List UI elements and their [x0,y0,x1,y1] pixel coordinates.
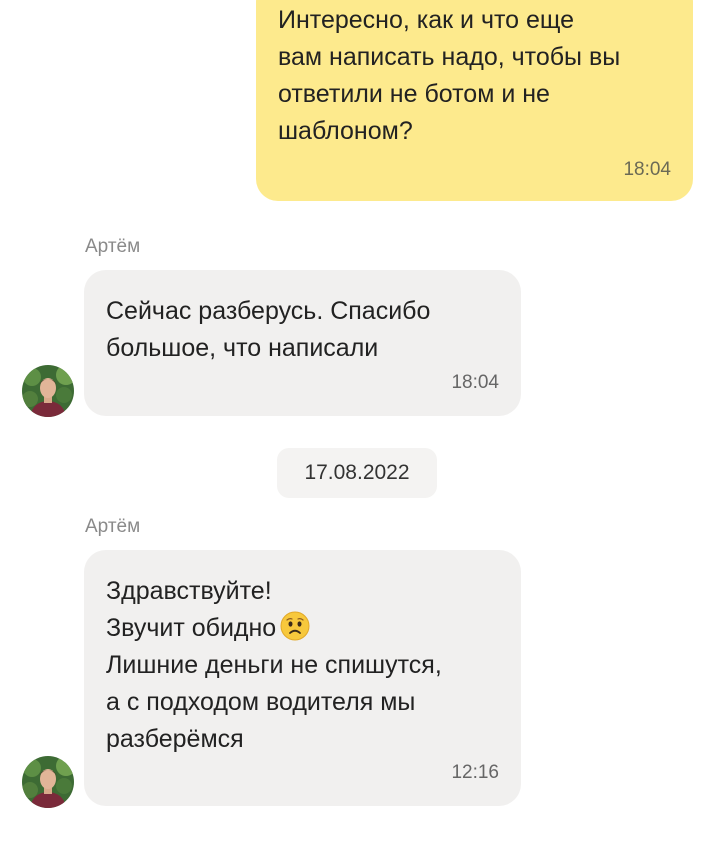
worried-face-emoji [280,611,310,641]
avatar-image [22,365,74,417]
outgoing-message-bubble[interactable]: Интересно, как и что еще вам написать на… [256,0,693,201]
message-text: Сейчас разберусь. Спасибо большое, что н… [106,297,431,362]
chat-thread: Интересно, как и что еще вам написать на… [0,0,720,856]
sender-name: Артём [85,236,141,257]
incoming-message-bubble[interactable]: Сейчас разберусь. Спасибо большое, что н… [84,270,521,416]
incoming-message-bubble[interactable]: Здравствуйте! Звучит обидно Лишние деньг… [84,550,521,806]
message-text: Лишние деньги не спишутся, а с подходом … [106,651,442,753]
message-time: 18:04 [623,159,671,180]
avatar-image [22,756,74,808]
message-text-line: Здравствуйте! [106,577,272,605]
message-time: 18:04 [451,372,499,393]
avatar[interactable] [22,756,74,808]
avatar[interactable] [22,365,74,417]
message-text-fragment: Звучит обидно [106,614,277,642]
sender-name: Артём [85,516,141,537]
message-text-line: Звучит обидно [106,610,501,647]
message-time: 12:16 [451,762,499,783]
date-separator: 17.08.2022 [277,448,437,498]
message-text: Интересно, как и что еще вам написать на… [278,6,621,145]
